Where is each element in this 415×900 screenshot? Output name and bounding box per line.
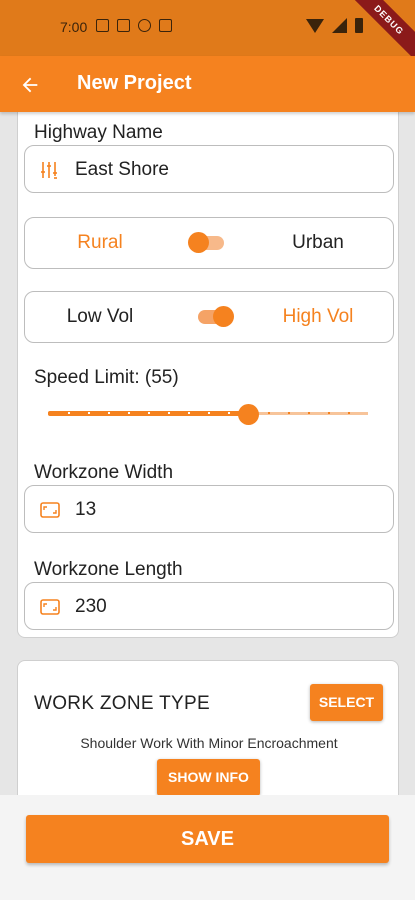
workzone-length-label: Workzone Length [34, 559, 183, 580]
workzone-length-field[interactable]: 230 [24, 582, 394, 630]
high-vol-option[interactable]: High Vol [243, 306, 393, 328]
bottom-bar: SAVE [0, 795, 415, 900]
slider-tick [308, 412, 310, 414]
volume-switch[interactable] [198, 306, 234, 327]
status-time: 7:00 [60, 19, 88, 35]
slider-tick [288, 412, 290, 414]
slider-tick [348, 412, 350, 414]
slider-tick [88, 412, 90, 414]
sim-icon [117, 19, 130, 32]
project-form-card: Highway Name East Shore Rural Urban Low … [17, 112, 399, 638]
workzone-width-field[interactable]: 13 [24, 485, 394, 533]
slider-tick [208, 412, 210, 414]
work-zone-description: Shoulder Work With Minor Encroachment [80, 735, 338, 751]
aspect-ratio-icon [40, 502, 60, 518]
speed-limit-label: Speed Limit: (55) [34, 367, 179, 388]
slider-tick [128, 412, 130, 414]
mail-icon [96, 19, 109, 32]
workzone-width-value: 13 [75, 499, 97, 520]
status-bar: 7:00 [0, 0, 415, 56]
back-button[interactable] [14, 69, 46, 101]
wifi-icon [306, 18, 324, 33]
aspect-ratio-icon [40, 599, 60, 615]
system-icons [306, 18, 363, 33]
arrow-back-icon [22, 77, 38, 93]
highway-name-field[interactable]: East Shore [24, 145, 394, 193]
notification-icons [96, 19, 172, 32]
highway-name-value: East Shore [75, 159, 169, 180]
slider-tick [168, 412, 170, 414]
cloud-icon [138, 19, 151, 32]
slider-tick [108, 412, 110, 414]
slider-tick [148, 412, 150, 414]
area-toggle: Rural Urban [24, 217, 394, 269]
sd-card-icon [159, 19, 172, 32]
area-switch-knob [188, 232, 209, 253]
signal-icon [332, 18, 347, 33]
speed-limit-slider[interactable] [48, 404, 368, 425]
slider-tick [268, 412, 270, 414]
low-vol-option[interactable]: Low Vol [25, 306, 175, 328]
work-zone-type-title: WORK ZONE TYPE [34, 693, 210, 714]
area-switch[interactable] [188, 232, 224, 253]
page-title: New Project [77, 72, 192, 94]
highway-name-label: Highway Name [34, 122, 163, 143]
volume-toggle: Low Vol High Vol [24, 291, 394, 343]
save-button[interactable]: SAVE [26, 815, 389, 863]
show-info-button[interactable]: SHOW INFO [157, 759, 260, 796]
urban-option[interactable]: Urban [243, 232, 393, 254]
rural-option[interactable]: Rural [25, 232, 175, 254]
slider-tick [328, 412, 330, 414]
tune-icon [41, 162, 57, 179]
slider-tick [228, 412, 230, 414]
app-bar: New Project [0, 56, 415, 112]
select-button[interactable]: SELECT [310, 684, 383, 721]
workzone-length-value: 230 [75, 596, 107, 617]
slider-tick [68, 412, 70, 414]
volume-switch-knob [213, 306, 234, 327]
slider-thumb[interactable] [238, 404, 259, 425]
battery-icon [355, 18, 363, 33]
workzone-width-label: Workzone Width [34, 462, 174, 483]
slider-tick [188, 412, 190, 414]
